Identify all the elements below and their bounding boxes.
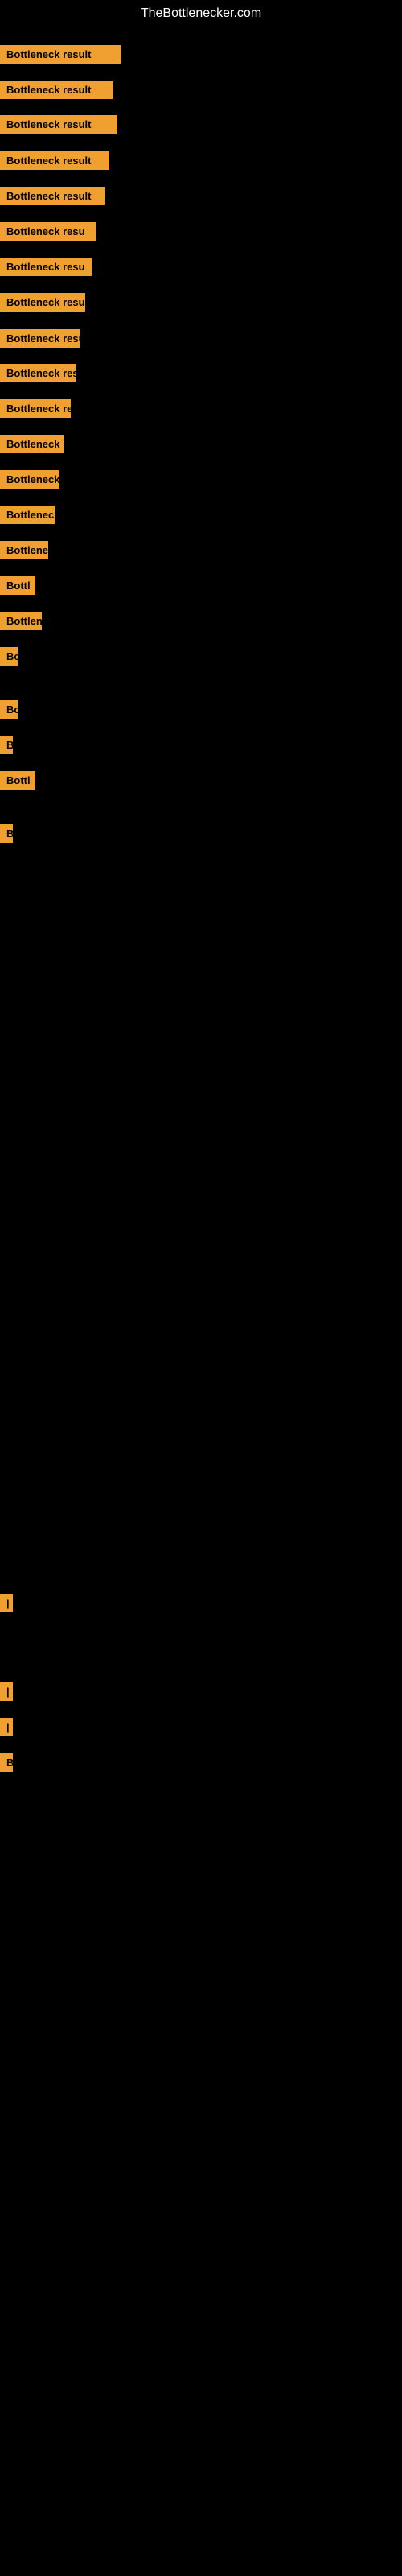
badge-1[interactable]: Bottleneck result [0,45,121,64]
site-title: TheBottlenecker.com [0,0,402,27]
badge-14[interactable]: Bottleneck re [0,506,55,524]
badge-9[interactable]: Bottleneck resu [0,329,80,348]
badge-20[interactable]: B [0,736,13,754]
badge-16[interactable]: Bottl [0,576,35,595]
badge-23[interactable]: | [0,1594,13,1612]
badge-15[interactable]: Bottlenec [0,541,48,559]
badge-7[interactable]: Bottleneck resu [0,258,92,276]
badge-3[interactable]: Bottleneck result [0,115,117,134]
badge-25[interactable]: | [0,1718,13,1736]
badge-17[interactable]: Bottlene [0,612,42,630]
badge-2[interactable]: Bottleneck result [0,80,113,99]
badge-24[interactable]: | [0,1682,13,1701]
badge-6[interactable]: Bottleneck resu [0,222,96,241]
badge-18[interactable]: Bo [0,647,18,666]
badge-13[interactable]: Bottleneck re [0,470,59,489]
badge-4[interactable]: Bottleneck result [0,151,109,170]
badge-21[interactable]: Bottl [0,771,35,790]
badge-22[interactable]: B [0,824,13,843]
badge-10[interactable]: Bottleneck resu [0,364,76,382]
badge-5[interactable]: Bottleneck result [0,187,105,205]
badge-12[interactable]: Bottleneck re [0,435,64,453]
badge-19[interactable]: Bo [0,700,18,719]
badge-11[interactable]: Bottleneck res [0,399,71,418]
badge-26[interactable]: B [0,1753,13,1772]
badge-8[interactable]: Bottleneck resu [0,293,85,312]
